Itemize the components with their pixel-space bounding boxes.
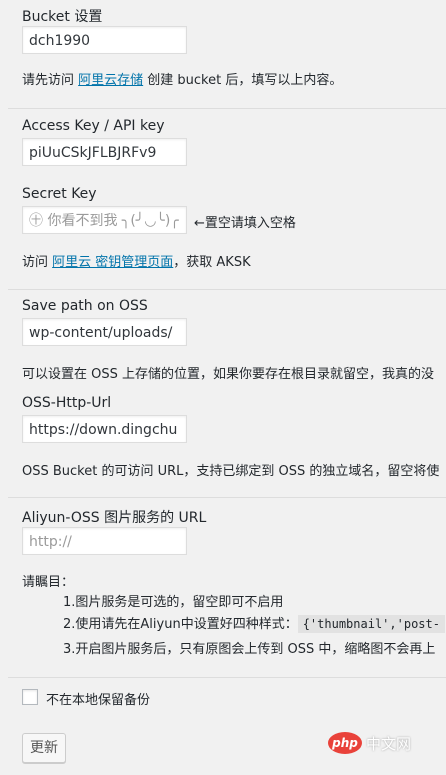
php-logo: php <box>328 732 362 754</box>
watermark: php 中文网 <box>328 732 411 754</box>
img-service-input[interactable]: http:// <box>22 527 187 555</box>
local-backup-checkbox[interactable] <box>22 689 38 705</box>
divider <box>8 289 446 290</box>
secret-key-description: 访问 阿里云 密钥管理页面，获取 AKSK <box>22 251 251 270</box>
watermark-text: 中文网 <box>366 734 412 753</box>
secret-key-label: Secret Key <box>22 186 97 202</box>
http-url-description: OSS Bucket 的可访问 URL，支持已绑定到 OSS 的独立域名，留空将… <box>22 464 440 479</box>
secret-key-hint: ←置空请填入空格 <box>194 216 296 231</box>
divider <box>8 497 446 498</box>
img-service-label: Aliyun-OSS 图片服务的 URL <box>22 510 207 526</box>
bucket-input[interactable]: dch1990 <box>22 26 187 54</box>
secret-desc-prefix: 访问 <box>22 255 53 270</box>
bucket-desc-prefix: 请先访问 <box>22 73 79 88</box>
aliyun-key-management-link[interactable]: 阿里云 密钥管理页面 <box>52 255 173 270</box>
secret-key-input[interactable]: ㊉ 你看不到我 ╮(╯◡╰)╭ <box>22 206 187 234</box>
note-2: 2.使用请先在Aliyun中设置好四种样式： {'thumbnail','post… <box>63 613 445 633</box>
bucket-description: 请先访问 阿里云存储 创建 bucket 后，填写以上内容。 <box>22 69 342 88</box>
note-3: 3.开启图片服务后，只有原图会上传到 OSS 中，缩略图不会再上 <box>63 642 436 657</box>
bucket-desc-suffix: 创建 bucket 后，填写以上内容。 <box>143 73 343 88</box>
aliyun-storage-link[interactable]: 阿里云存储 <box>78 73 143 88</box>
notes-title: 请瞩目： <box>22 575 75 590</box>
access-key-label: Access Key / API key <box>22 118 165 134</box>
divider <box>8 108 446 109</box>
bucket-label: Bucket 设置 <box>22 9 103 25</box>
access-key-input[interactable]: piUuCSkJFLBJRFv9 <box>22 138 187 166</box>
divider <box>8 677 446 678</box>
http-url-input[interactable]: https://down.dingchu <box>22 415 187 443</box>
secret-desc-suffix: ，获取 AKSK <box>173 255 251 270</box>
note-1: 1.图片服务是可选的，留空即可不启用 <box>63 595 284 610</box>
update-button[interactable]: 更新 <box>22 733 66 763</box>
note-2-text: 2.使用请先在Aliyun中设置好四种样式： <box>63 617 298 632</box>
local-backup-label: 不在本地保留备份 <box>46 693 151 708</box>
http-url-label: OSS-Http-Url <box>22 395 112 411</box>
save-path-input[interactable]: wp-content/uploads/ <box>22 318 187 346</box>
save-path-label: Save path on OSS <box>22 298 148 314</box>
save-path-description: 可以设置在 OSS 上存储的位置，如果你要存在根目录就留空，我真的没 <box>22 367 435 382</box>
styles-code: {'thumbnail','post- <box>297 615 445 633</box>
